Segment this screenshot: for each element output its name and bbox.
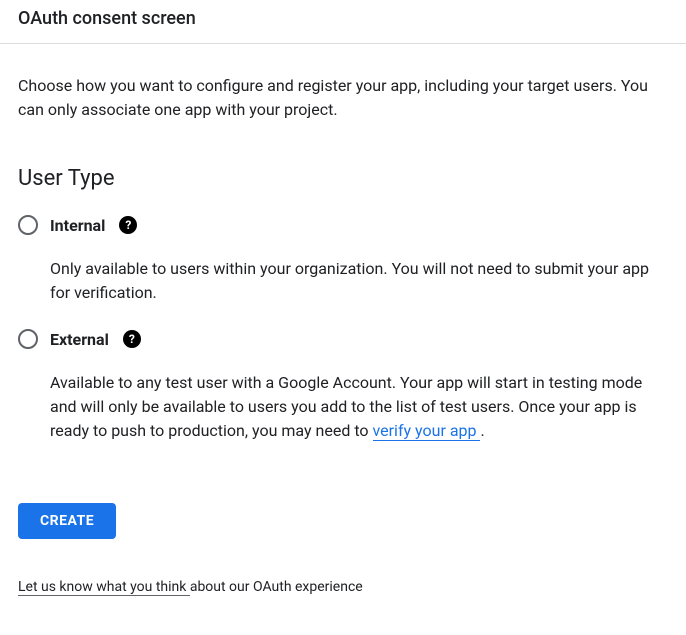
feedback-link[interactable]: Let us know what you think [18, 579, 190, 596]
user-type-heading: User Type [18, 166, 668, 191]
feedback-suffix: about our OAuth experience [190, 579, 363, 595]
intro-text: Choose how you want to configure and reg… [18, 74, 658, 122]
verify-your-app-link[interactable]: verify your app [373, 421, 481, 441]
page-header: OAuth consent screen [0, 0, 686, 44]
radio-row-external: External ? [18, 329, 668, 349]
external-desc-after: . [480, 421, 484, 440]
radio-option-internal: Internal ? Only available to users withi… [18, 215, 668, 305]
radio-external[interactable] [18, 329, 38, 349]
radio-internal[interactable] [18, 215, 38, 235]
radio-description-external: Available to any test user with a Google… [50, 371, 660, 443]
content-area: Choose how you want to configure and reg… [0, 44, 686, 613]
radio-label-external: External [50, 330, 109, 349]
radio-label-internal: Internal [50, 216, 105, 235]
feedback-line: Let us know what you think about our OAu… [18, 579, 668, 595]
radio-description-internal: Only available to users within your orga… [50, 257, 660, 305]
radio-row-internal: Internal ? [18, 215, 668, 235]
radio-option-external: External ? Available to any test user wi… [18, 329, 668, 443]
page-title: OAuth consent screen [18, 8, 668, 29]
help-icon[interactable]: ? [123, 330, 141, 348]
external-desc-before: Available to any test user with a Google… [50, 373, 642, 440]
help-icon[interactable]: ? [119, 216, 137, 234]
create-button[interactable]: CREATE [18, 503, 116, 539]
